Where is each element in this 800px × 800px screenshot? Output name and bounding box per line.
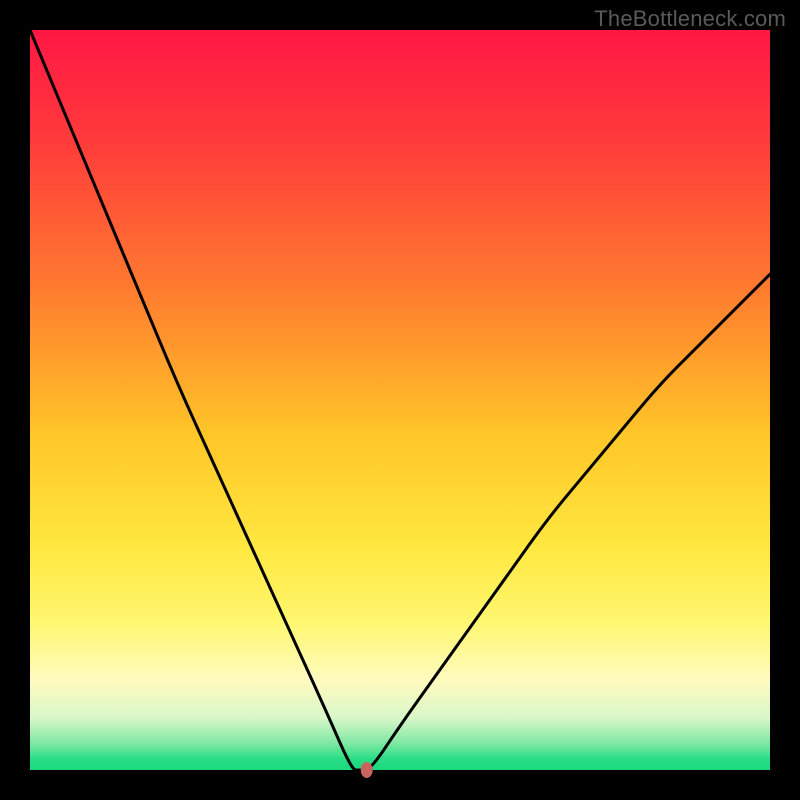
plot-background (30, 30, 770, 770)
watermark-text: TheBottleneck.com (594, 6, 786, 32)
bottleneck-chart (0, 0, 800, 800)
optimal-point-marker (361, 762, 373, 778)
chart-frame: TheBottleneck.com (0, 0, 800, 800)
